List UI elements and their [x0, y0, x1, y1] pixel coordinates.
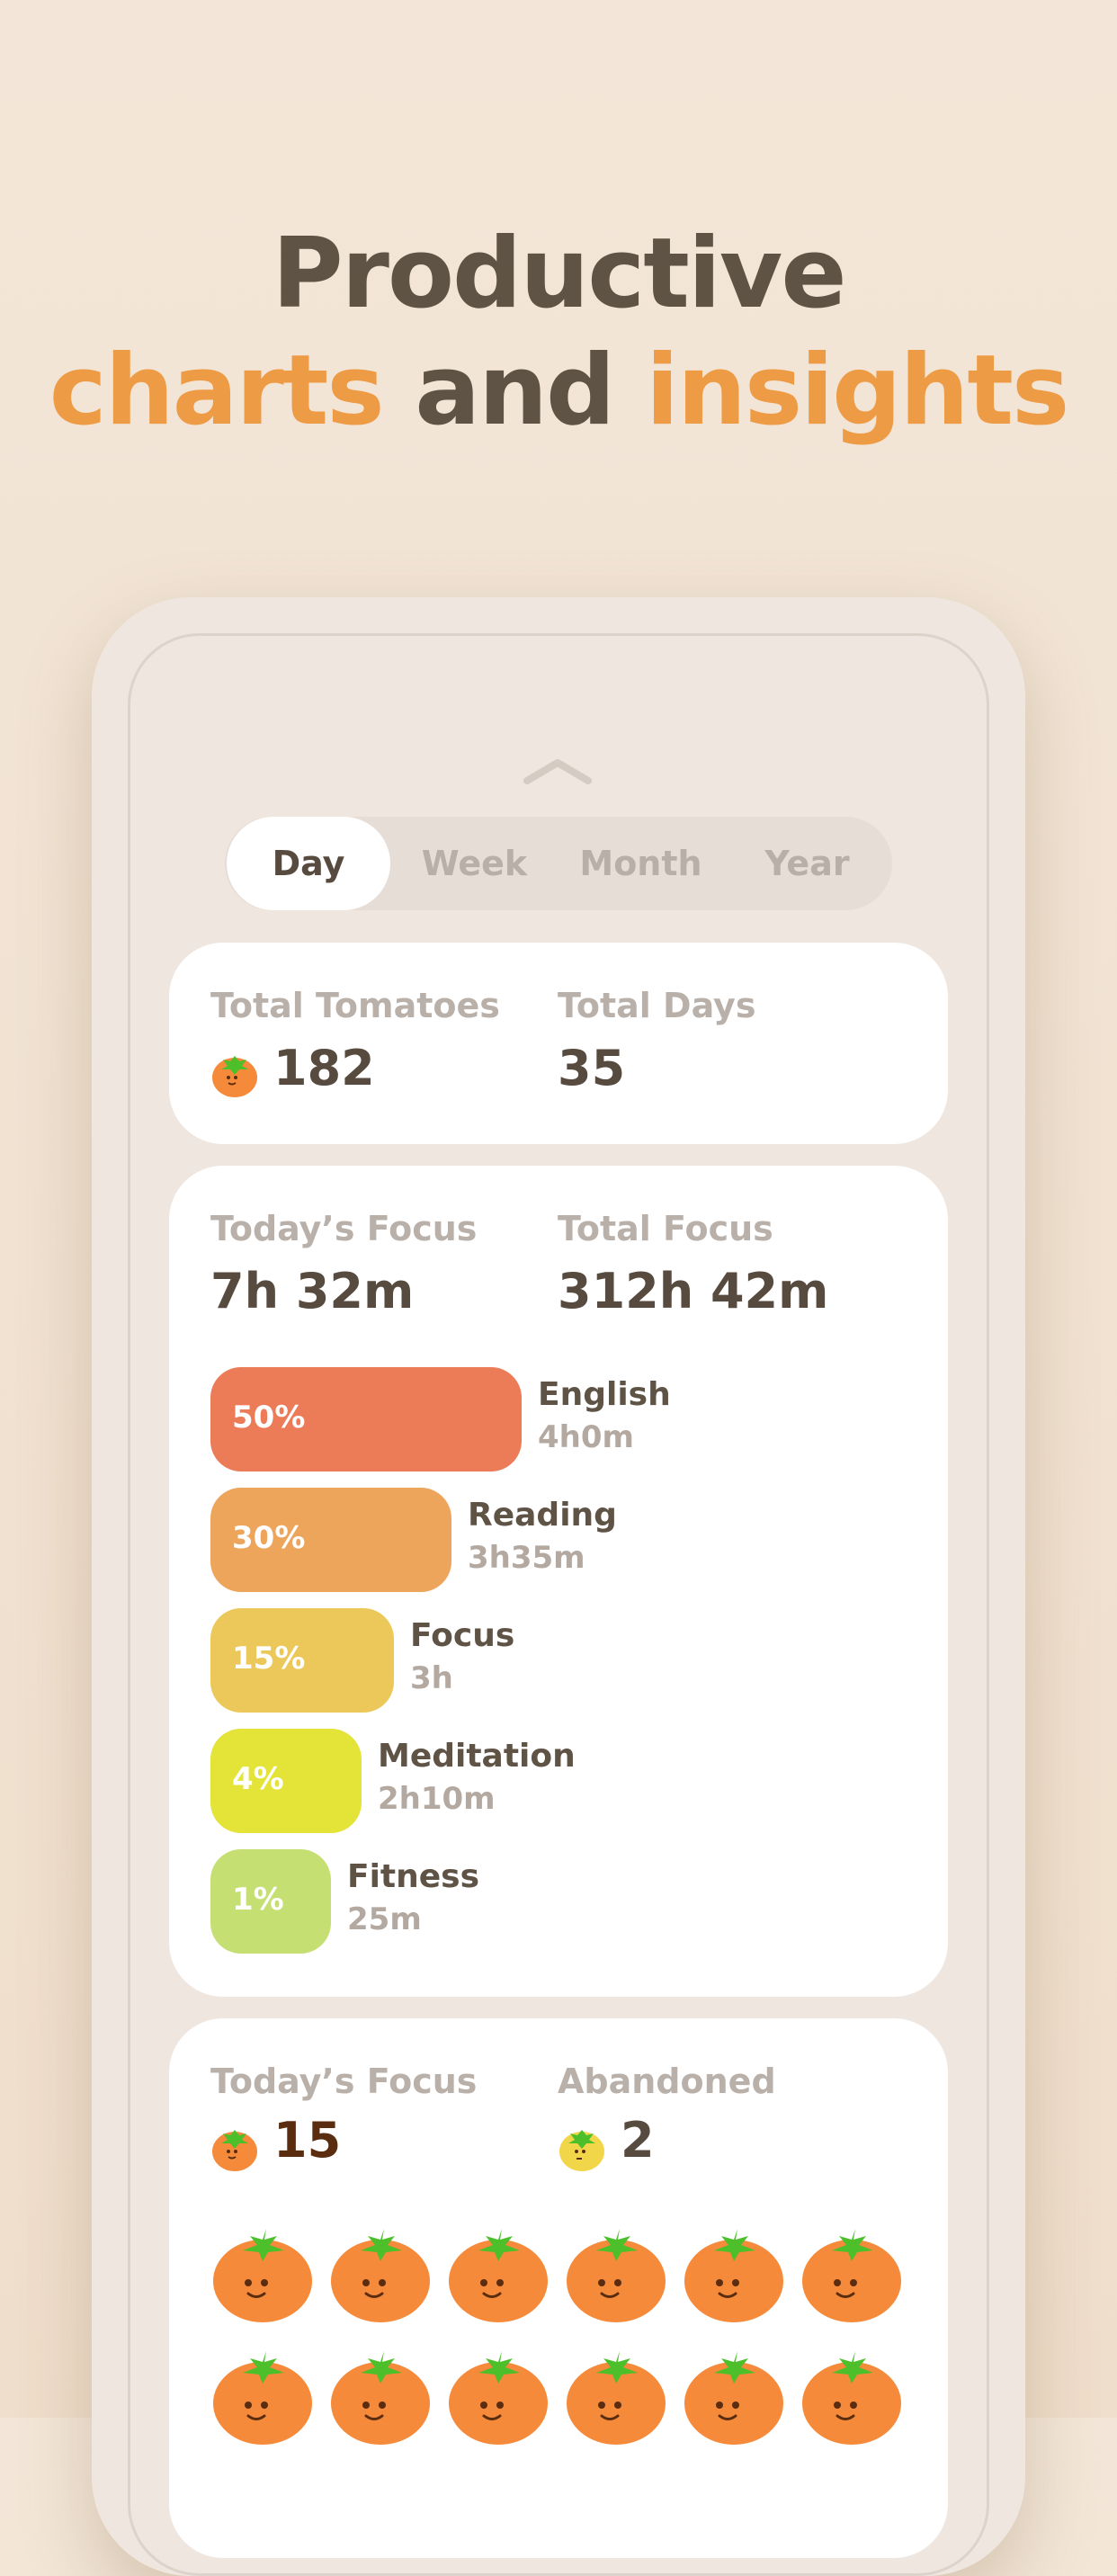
- category-name: English: [538, 1376, 671, 1413]
- todays-tomatoes-value: 15: [273, 2112, 342, 2169]
- tomato-icon: [684, 2229, 783, 2322]
- tomato-icon: [802, 2351, 901, 2445]
- tomato-icon: [567, 2229, 666, 2322]
- total-tomatoes-label: Total Tomatoes: [210, 986, 500, 1025]
- tomato-icon: [802, 2229, 901, 2322]
- category-name: Fitness: [347, 1858, 480, 1895]
- headline-line2: charts and insights: [0, 333, 1117, 450]
- category-name: Focus: [410, 1617, 515, 1654]
- tomato-icon: [449, 2229, 548, 2322]
- category-time: 25m: [347, 1901, 422, 1937]
- tomato-icon: [449, 2351, 548, 2445]
- period-segmented-control: Day Week Month Year: [225, 817, 892, 910]
- abandoned-label: Abandoned: [558, 2062, 776, 2101]
- category-percent: 30%: [232, 1520, 306, 1556]
- tab-year[interactable]: Year: [724, 817, 890, 910]
- headline-word-insights: insights: [645, 335, 1069, 447]
- category-time: 3h35m: [468, 1540, 585, 1576]
- category-bar[interactable]: 1%: [210, 1849, 331, 1954]
- todays-focus-value: 7h 32m: [210, 1263, 415, 1319]
- headline-line1: Productive: [272, 218, 846, 330]
- category-time: 2h10m: [378, 1781, 496, 1817]
- focus-card: Today’s Focus 7h 32m Total Focus 312h 42…: [169, 1166, 948, 1997]
- category-percent: 50%: [232, 1400, 306, 1436]
- tomato-icon: [212, 1056, 257, 1097]
- headline-word-charts: charts: [49, 335, 385, 447]
- tomato-stats-card: Today’s Focus 15 Abandoned 2: [169, 2018, 948, 2558]
- total-days-label: Total Days: [558, 986, 756, 1025]
- category-name: Meditation: [378, 1738, 576, 1775]
- category-bar[interactable]: 30%: [210, 1488, 451, 1592]
- total-days-value: 35: [558, 1040, 626, 1096]
- category-percent: 1%: [232, 1882, 284, 1918]
- todays-focus-label: Today’s Focus: [210, 1209, 478, 1248]
- tomato-icon: [213, 2229, 312, 2322]
- abandoned-value: 2: [621, 2112, 655, 2169]
- tomato-icon: [331, 2229, 430, 2322]
- tomato-icon: [684, 2351, 783, 2445]
- total-focus-value: 312h 42m: [558, 1263, 829, 1319]
- category-bar[interactable]: 15%: [210, 1608, 394, 1713]
- tomato-icon: [331, 2351, 430, 2445]
- headline: Productive charts and insights: [0, 216, 1117, 450]
- category-percent: 15%: [232, 1641, 306, 1677]
- category-percent: 4%: [232, 1761, 284, 1797]
- category-name: Reading: [468, 1497, 617, 1534]
- category-time: 3h: [410, 1660, 453, 1696]
- abandoned-tomato-icon: [559, 2130, 604, 2171]
- total-tomatoes-value: 182: [273, 1040, 375, 1096]
- tab-month[interactable]: Month: [558, 817, 724, 910]
- headline-word-and: and: [415, 335, 615, 447]
- tomato-icon: [567, 2351, 666, 2445]
- category-bar[interactable]: 50%: [210, 1367, 522, 1471]
- category-time: 4h0m: [538, 1419, 634, 1455]
- category-bar[interactable]: 4%: [210, 1729, 362, 1833]
- tab-week[interactable]: Week: [391, 817, 558, 910]
- tab-day[interactable]: Day: [227, 817, 390, 910]
- todays-tomatoes-label: Today’s Focus: [210, 2062, 478, 2101]
- tomato-icon: [212, 2130, 257, 2171]
- tomato-icon: [213, 2351, 312, 2445]
- total-focus-label: Total Focus: [558, 1209, 773, 1248]
- totals-card: Total Tomatoes 182 Total Days 35: [169, 943, 948, 1144]
- chevron-up-icon[interactable]: [522, 752, 594, 788]
